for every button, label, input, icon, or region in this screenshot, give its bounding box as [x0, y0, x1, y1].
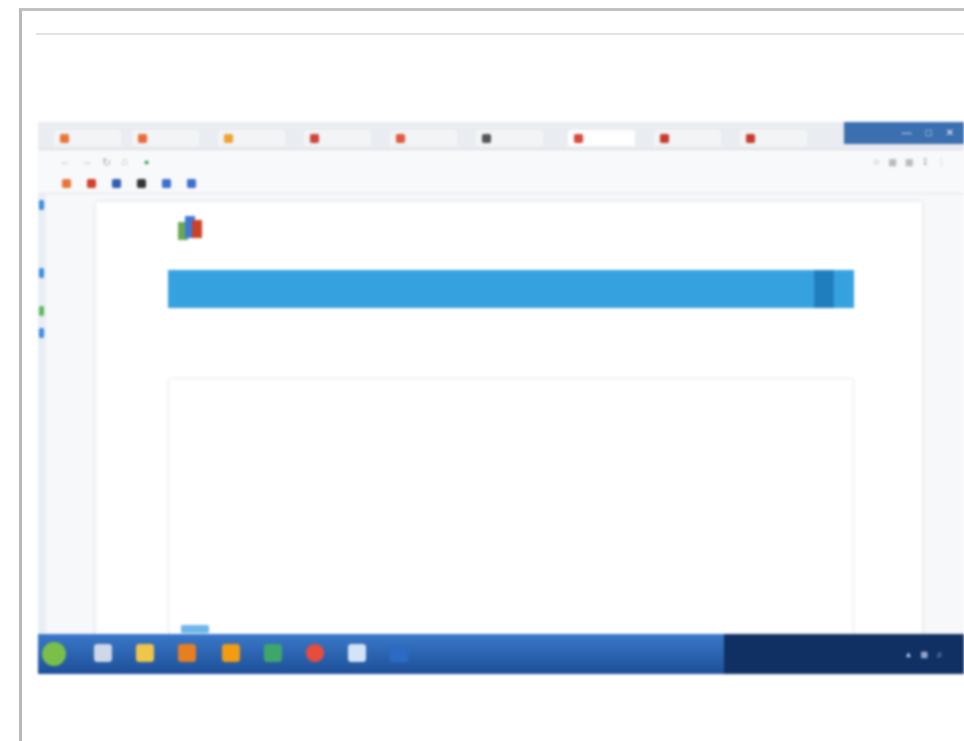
bookmark-item[interactable]: [162, 179, 175, 188]
nav-item[interactable]: [774, 270, 794, 308]
windows-taskbar: ▲ ▩ ♫: [38, 634, 964, 674]
bookmark-icon: [187, 179, 196, 188]
bookmarks-bar: [38, 174, 964, 194]
bookmark-item[interactable]: [87, 179, 100, 188]
browser-tab-strip: — □ ✕: [38, 122, 964, 150]
divider: [36, 33, 964, 35]
home-icon[interactable]: ⌂: [121, 156, 128, 168]
browser-tab[interactable]: [390, 130, 457, 146]
app-icon[interactable]: [222, 644, 240, 662]
browser-tab[interactable]: [476, 130, 543, 146]
bookmark-icon: [87, 179, 96, 188]
tray-icon[interactable]: ▲: [905, 650, 913, 659]
opera-icon[interactable]: [306, 644, 324, 662]
folder-icon[interactable]: [136, 644, 154, 662]
browser-tab[interactable]: [654, 130, 721, 146]
nav-item[interactable]: [794, 270, 814, 308]
photographed-screen: — □ ✕ ← → ↻ ⌂ ● ☆ ▦ ▦ ↧ ⋮ ▲ ▩ ♫: [38, 122, 964, 674]
web-page: [96, 202, 922, 648]
site-header: [176, 212, 214, 242]
desktop-icon: [39, 200, 44, 210]
word-icon[interactable]: [390, 644, 408, 662]
volume-icon[interactable]: ♫: [936, 650, 942, 659]
favicon-icon: [138, 133, 147, 143]
address-bar-actions: ☆ ▦ ▦ ↧ ⋮: [872, 157, 946, 168]
bookmark-item[interactable]: [62, 179, 75, 188]
site-logo-icon: [176, 212, 204, 242]
browser-tab[interactable]: [132, 130, 199, 146]
favicon-icon: [574, 133, 583, 143]
close-icon[interactable]: ✕: [946, 128, 954, 139]
desktop-icon: [39, 328, 44, 338]
favicon-icon: [660, 133, 669, 143]
browser-tab-active[interactable]: [568, 130, 635, 146]
network-icon[interactable]: ▩: [920, 650, 928, 659]
browser-tab[interactable]: [218, 130, 285, 146]
maximize-icon[interactable]: □: [926, 128, 932, 139]
media-icon[interactable]: [178, 644, 196, 662]
desktop-icon: [39, 268, 44, 278]
nav-items: [774, 270, 854, 308]
desktop-icon: [39, 306, 44, 316]
reload-icon[interactable]: ↻: [102, 156, 111, 169]
favicon-icon: [746, 133, 755, 143]
bookmark-icon: [162, 179, 171, 188]
forward-icon[interactable]: →: [81, 156, 92, 168]
bookmark-item[interactable]: [112, 179, 125, 188]
browser-tab[interactable]: [304, 130, 371, 146]
nav-item-active[interactable]: [814, 270, 834, 308]
panel-action-button[interactable]: [181, 625, 209, 633]
url-field[interactable]: ●: [138, 154, 658, 170]
bookmark-icon: [62, 179, 71, 188]
favicon-icon: [482, 133, 491, 143]
extension-icon[interactable]: ▦: [888, 157, 897, 168]
extension-icon[interactable]: ▦: [905, 157, 914, 168]
star-icon[interactable]: ☆: [872, 157, 880, 168]
browser-tab[interactable]: [740, 130, 807, 146]
favicon-icon: [224, 133, 233, 143]
back-icon[interactable]: ←: [60, 156, 71, 168]
app-icon[interactable]: [348, 644, 366, 662]
bookmark-item[interactable]: [187, 179, 200, 188]
download-icon[interactable]: ↧: [921, 157, 929, 168]
bookmark-icon: [137, 179, 146, 188]
bookmark-icon: [112, 179, 121, 188]
favicon-icon: [60, 133, 69, 143]
window-controls: — □ ✕: [844, 122, 964, 144]
favicon-icon: [396, 133, 405, 143]
app-icon[interactable]: [264, 644, 282, 662]
bookmark-item[interactable]: [137, 179, 150, 188]
minimize-icon[interactable]: —: [902, 128, 912, 139]
lock-icon: ●: [143, 157, 150, 167]
menu-icon[interactable]: ⋮: [937, 157, 946, 168]
site-navbar: [168, 270, 854, 308]
desktop-side-strip: [38, 194, 46, 634]
nav-item[interactable]: [834, 270, 854, 308]
explorer-icon[interactable]: [94, 644, 112, 662]
address-bar: ← → ↻ ⌂ ● ☆ ▦ ▦ ↧ ⋮: [38, 150, 964, 174]
favicon-icon: [310, 133, 319, 143]
start-button[interactable]: [42, 642, 66, 666]
system-tray: ▲ ▩ ♫: [724, 634, 964, 674]
profile-panel: [168, 378, 854, 648]
browser-tab[interactable]: [54, 130, 121, 146]
